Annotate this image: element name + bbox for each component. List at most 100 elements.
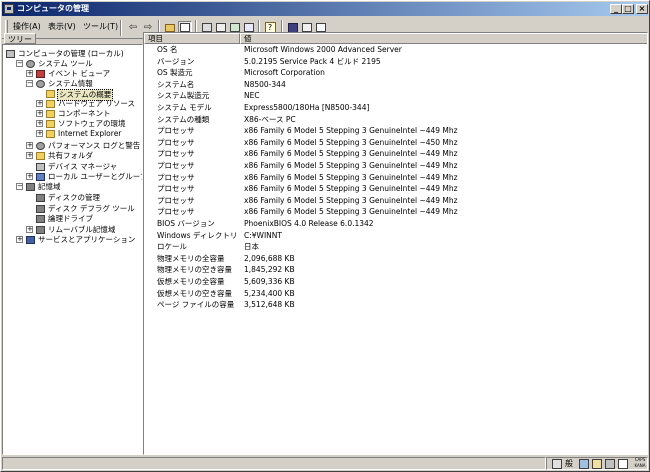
tree-node-9[interactable]: + パフォーマンス ログと警告 xyxy=(3,141,141,151)
list-row[interactable]: プロセッサ x86 Family 6 Model 5 Stepping 3 Gen… xyxy=(144,172,644,183)
details-list[interactable]: 項目 値 OS 名 Microsoft Windows 2000 Advanced… xyxy=(143,32,648,455)
list-row[interactable]: システム名 N8500-344 xyxy=(144,79,644,90)
title-bar[interactable]: コンピュータの管理 _ □ × xyxy=(2,2,648,16)
list-row[interactable]: Windows ディレクトリ C:¥WINNT xyxy=(144,230,644,241)
tree-node-17[interactable]: + リムーバブル記憶域 xyxy=(3,225,141,235)
tree-node-8[interactable]: + Internet Explorer xyxy=(3,129,141,139)
list-row[interactable]: ロケール 日本 xyxy=(144,241,644,252)
list-row[interactable]: プロセッサ x86 Family 6 Model 5 Stepping 3 Gen… xyxy=(144,125,644,136)
shared-folder-icon xyxy=(36,152,45,160)
system-info-icon xyxy=(36,80,45,88)
tree-node-5[interactable]: + ハードウェア リソース xyxy=(3,99,141,109)
maximize-button[interactable]: □ xyxy=(622,4,634,14)
event-viewer-icon xyxy=(36,70,45,78)
list-row[interactable]: 物理メモリの空き容量 1,845,292 KB xyxy=(144,264,644,275)
collapse-icon[interactable]: − xyxy=(26,80,33,87)
column-header-item[interactable]: 項目 xyxy=(144,33,240,44)
list-row[interactable]: 仮想メモリの全容量 5,609,336 KB xyxy=(144,276,644,287)
column-header-value[interactable]: 値 xyxy=(240,33,647,44)
tree-node-label: 共有フォルダ xyxy=(48,151,93,160)
tree-node-18[interactable]: + サービスとアプリケーション xyxy=(3,235,141,245)
removable-storage-icon xyxy=(36,226,45,234)
item-cell: プロセッサ xyxy=(157,207,195,217)
expand-icon[interactable]: + xyxy=(16,236,23,243)
list-row[interactable]: BIOS バージョン PhoenixBIOS 4.0 Release 6.0.13… xyxy=(144,218,644,229)
menu-tools[interactable]: ツール(T) xyxy=(83,22,118,32)
tree-tab[interactable]: ツリー xyxy=(4,33,142,44)
tree-node-2[interactable]: + イベント ビューア xyxy=(3,69,141,79)
list-row[interactable]: システム モデル Express5800/180Ha [N8500-344] xyxy=(144,102,644,113)
ime-pen-icon[interactable] xyxy=(552,459,562,469)
list-row[interactable]: プロセッサ x86 Family 6 Model 5 Stepping 3 Gen… xyxy=(144,137,644,148)
tree-node-14[interactable]: ディスクの管理 xyxy=(3,193,141,203)
menu-view[interactable]: 表示(V) xyxy=(48,22,76,32)
list-row[interactable]: プロセッサ x86 Family 6 Model 5 Stepping 3 Gen… xyxy=(144,148,644,159)
value-cell: x86 Family 6 Model 5 Stepping 3 GenuineI… xyxy=(244,149,458,159)
ime-tool-icon[interactable] xyxy=(579,459,589,469)
tree-node-6[interactable]: + コンポーネント xyxy=(3,109,141,119)
item-cell: 仮想メモリの全容量 xyxy=(157,277,225,286)
value-cell: x86 Family 6 Model 5 Stepping 3 GenuineI… xyxy=(244,207,458,217)
list-row[interactable]: OS 製造元 Microsoft Corporation xyxy=(144,67,644,78)
tree-node-13[interactable]: − 記憶域 xyxy=(3,182,141,192)
users-icon xyxy=(36,173,45,181)
expand-icon[interactable]: + xyxy=(26,152,33,159)
list-row[interactable]: プロセッサ x86 Family 6 Model 5 Stepping 3 Gen… xyxy=(144,160,644,171)
tree-node-label: システム ツール xyxy=(38,59,93,68)
list-row[interactable]: ページ ファイルの容量 3,512,648 KB xyxy=(144,299,644,310)
tree-node-15[interactable]: ディスク デフラグ ツール xyxy=(3,204,141,214)
tree-node-label: サービスとアプリケーション xyxy=(38,235,136,244)
tree-node-1[interactable]: − システム ツール xyxy=(3,59,141,69)
tree-node-11[interactable]: デバイス マネージャ xyxy=(3,162,141,172)
list-row[interactable]: 仮想メモリの空き容量 5,234,400 KB xyxy=(144,288,644,299)
tree-node-7[interactable]: + ソフトウェアの環境 xyxy=(3,119,141,129)
list-row[interactable]: 物理メモリの全容量 2,096,688 KB xyxy=(144,253,644,264)
tree-node-0[interactable]: コンピュータの管理 (ローカル) xyxy=(3,49,141,59)
tree-node-label: ディスク デフラグ ツール xyxy=(48,204,135,213)
ime-dictionary-icon[interactable] xyxy=(592,459,602,469)
list-row[interactable]: システムの種類 X86-ベース PC xyxy=(144,114,644,125)
collapse-icon[interactable]: − xyxy=(16,60,23,67)
item-cell: ページ ファイルの容量 xyxy=(157,300,235,310)
drive-icon xyxy=(36,215,45,223)
tree-node-3[interactable]: − システム情報 xyxy=(3,79,141,89)
list-row[interactable]: バージョン 5.0.2195 Service Pack 4 ビルド 2195 xyxy=(144,56,644,67)
item-cell: プロセッサ xyxy=(157,184,195,194)
item-cell: システム製造元 xyxy=(157,91,210,101)
tree-node-12[interactable]: + ローカル ユーザーとグループ xyxy=(3,172,142,182)
close-button[interactable]: × xyxy=(636,4,648,14)
item-cell: OS 名 xyxy=(157,45,178,54)
item-cell: Windows ディレクトリ xyxy=(157,230,238,240)
caps-kana-indicator: CAPS KANA xyxy=(632,457,648,469)
expand-icon[interactable]: + xyxy=(36,100,43,107)
tree-node-label: ハードウェア リソース xyxy=(58,99,136,108)
list-row[interactable]: プロセッサ x86 Family 6 Model 5 Stepping 3 Gen… xyxy=(144,206,644,217)
ime-mode-label[interactable]: 般 xyxy=(565,459,573,469)
list-row[interactable]: プロセッサ x86 Family 6 Model 5 Stepping 3 Gen… xyxy=(144,183,644,194)
value-cell: 5,234,400 KB xyxy=(244,288,295,298)
tree-node-label: システム情報 xyxy=(48,79,93,88)
expand-icon[interactable]: + xyxy=(26,70,33,77)
minimize-button[interactable]: _ xyxy=(610,4,622,14)
list-row[interactable]: プロセッサ x86 Family 6 Model 5 Stepping 3 Gen… xyxy=(144,195,644,206)
tree-node-4[interactable]: システムの概要 xyxy=(3,89,141,101)
console-tree[interactable]: コンピュータの管理 (ローカル) − システム ツール + イベント ビューア − システム… xyxy=(2,44,143,455)
collapse-icon[interactable]: − xyxy=(16,183,23,190)
expand-icon[interactable]: + xyxy=(36,110,43,117)
tree-node-10[interactable]: + 共有フォルダ xyxy=(3,151,141,161)
list-row[interactable]: システム製造元 NEC xyxy=(144,90,644,101)
expand-icon[interactable]: + xyxy=(36,130,43,137)
tree-node-label: ディスクの管理 xyxy=(48,193,100,202)
tree-node-16[interactable]: 論理ドライブ xyxy=(3,214,141,224)
value-cell: x86 Family 6 Model 5 Stepping 3 GenuineI… xyxy=(244,126,458,136)
ime-help-icon[interactable] xyxy=(618,459,628,469)
expand-icon[interactable]: + xyxy=(36,120,43,127)
expand-icon[interactable]: + xyxy=(26,142,33,149)
expand-icon[interactable]: + xyxy=(26,173,33,180)
services-icon xyxy=(26,236,35,244)
list-row[interactable]: OS 名 Microsoft Windows 2000 Advanced Serv… xyxy=(144,44,644,55)
item-cell: 物理メモリの空き容量 xyxy=(157,265,232,275)
menu-action[interactable]: 操作(A) xyxy=(13,22,41,32)
expand-icon[interactable]: + xyxy=(26,226,33,233)
ime-properties-icon[interactable] xyxy=(605,459,615,469)
